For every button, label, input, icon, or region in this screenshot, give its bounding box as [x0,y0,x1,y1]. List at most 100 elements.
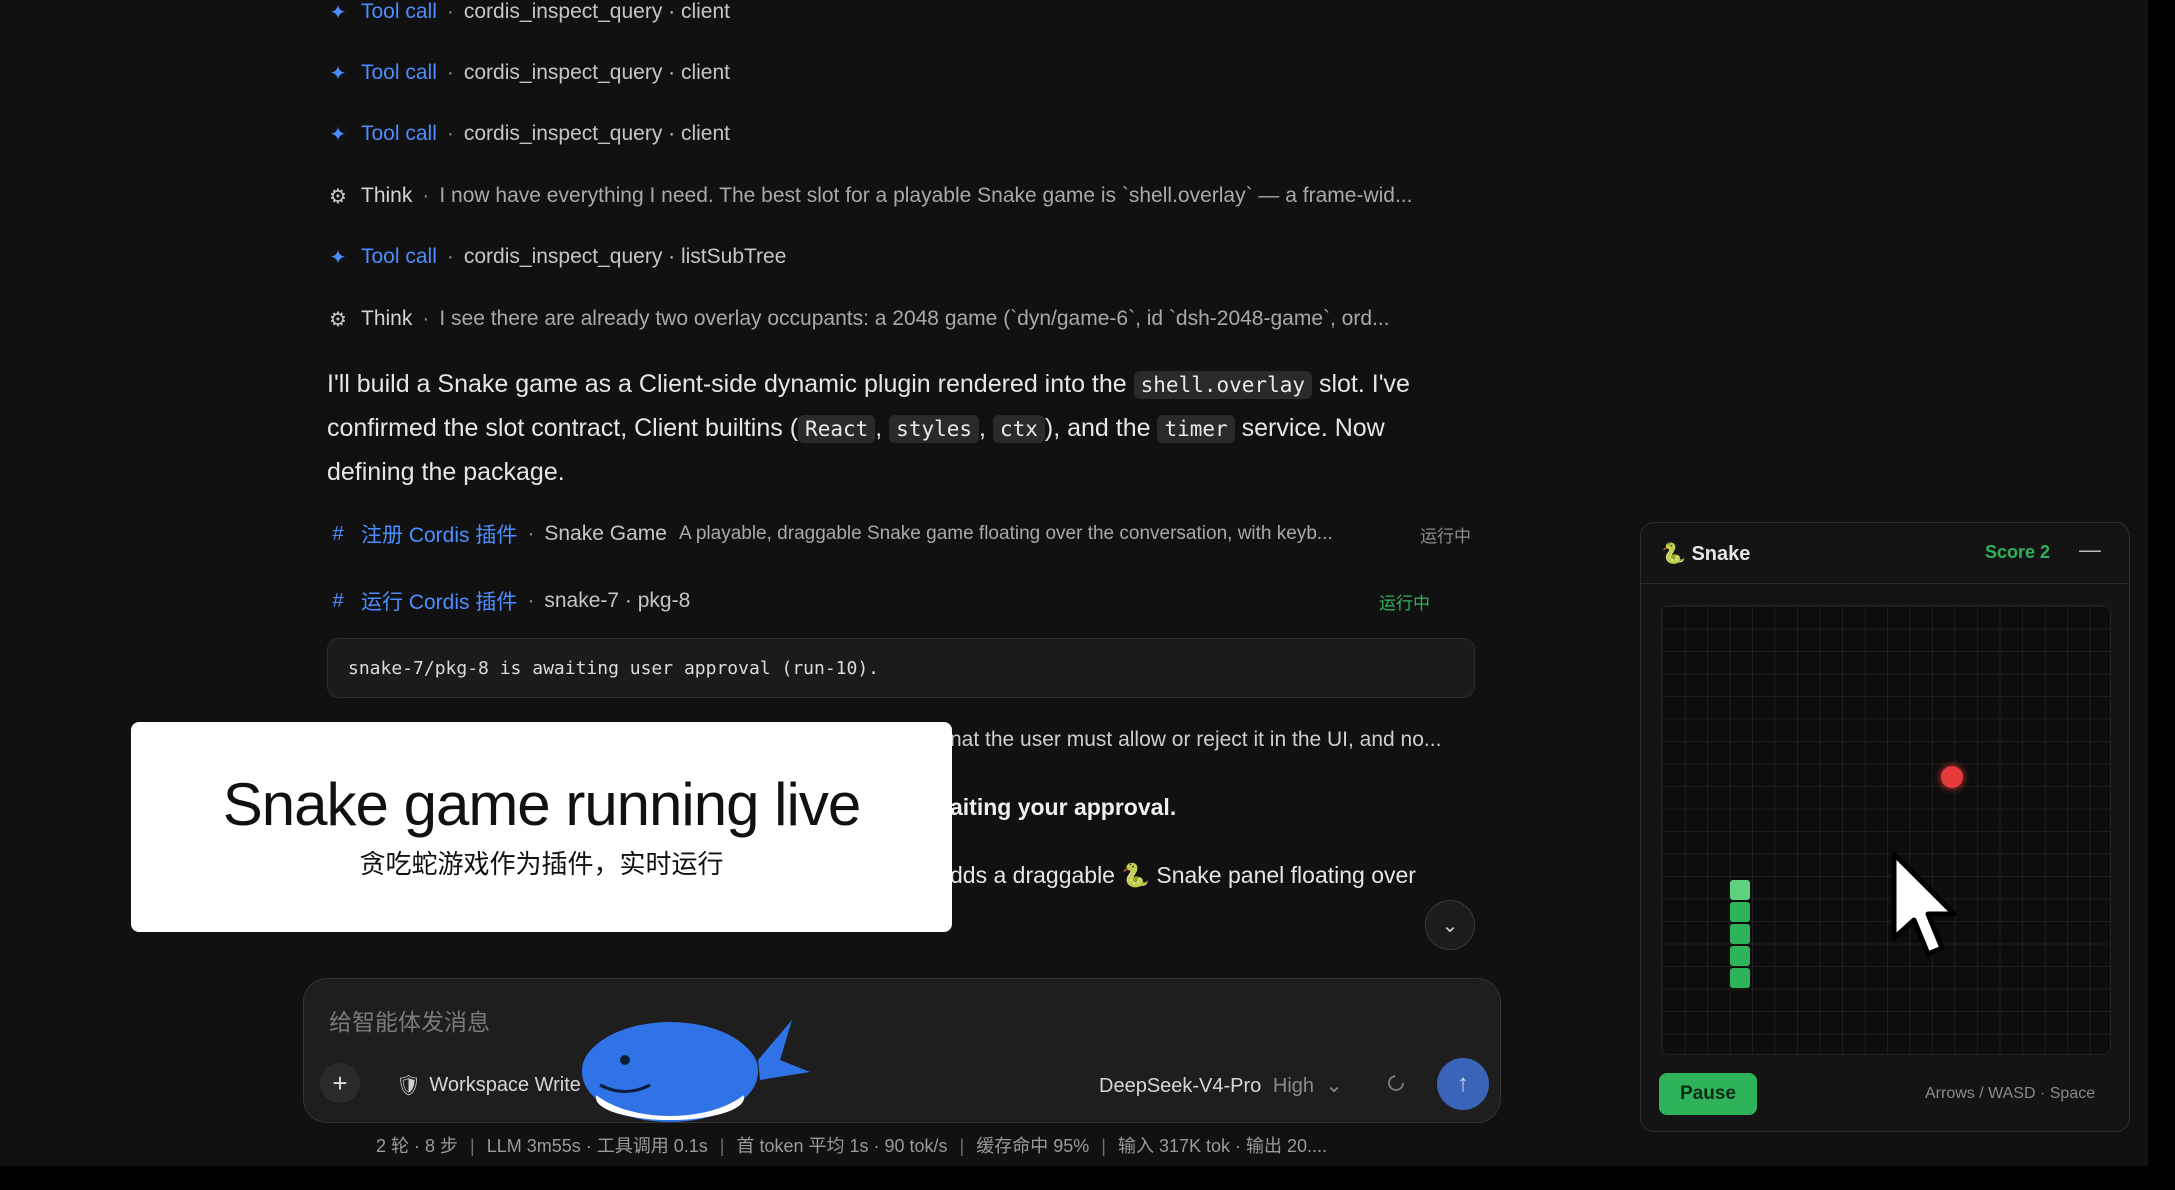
chevron-down-icon: ⌄ [1441,914,1459,937]
arrow-up-icon: ↑ [1457,1070,1469,1097]
message-text: aiting your approval. [950,794,1177,820]
video-caption-card: Snake game running live 贪吃蛇游戏作为插件，实时运行 [131,722,952,932]
plugin-name: Snake Game [544,522,667,545]
panel-header[interactable]: 🐍 Snake Score 2 — [1641,523,2129,584]
plus-icon: + [332,1067,348,1098]
stat-separator: | [1101,1136,1106,1156]
step-kind: Tool call [361,245,437,268]
caption-subtitle: 贪吃蛇游戏作为插件，实时运行 [359,850,724,880]
food-pellet [1941,766,1963,788]
score-display: Score 2 [1985,542,2051,562]
add-attachment-button[interactable]: + [320,1063,360,1103]
workspace-permission-button[interactable]: 🛡 Workspace Write [396,1073,581,1098]
step-detail: I see there are already two overlay occu… [439,307,1390,330]
controls-hint: Arrows / WASD · Space [1925,1085,2096,1102]
separator-dot: · [446,245,454,268]
step-detail: cordis_inspect_query · client [463,122,731,145]
sparkle-icon: ✦ [329,123,347,146]
stat-separator: | [719,1136,725,1156]
game-board[interactable] [1661,605,2111,1055]
step-kind: Tool call [361,61,437,84]
message-text: nat the user must allow or reject it in … [950,728,1442,751]
inline-code: timer [1157,415,1235,443]
separator-dot: · [422,184,430,207]
step-kind: Tool call [361,0,437,23]
tool-call-step[interactable]: ✦ Tool call · cordis_inspect_query · lis… [327,242,787,272]
snake-segment [1730,902,1750,922]
separator-dot: · [527,589,535,612]
window-edge [2148,0,2175,1190]
model-selector[interactable]: DeepSeek-V4-Pro High ⌄ [1099,1073,1342,1098]
plugin-description: A playable, draggable Snake game floatin… [678,523,1333,544]
stat-item: 首 token 平均 1s · 90 tok/s [736,1136,948,1156]
snake-segment [1730,924,1750,944]
message-composer[interactable]: 给智能体发消息 + 🛡 Workspace Write DeepSeek-V4-… [303,978,1501,1123]
pause-button[interactable]: Pause [1659,1073,1757,1115]
separator-dot: · [446,61,454,84]
message-text: dds a draggable 🐍 Snake panel floating o… [950,862,1416,888]
snake-head [1730,880,1750,900]
step-detail: cordis_inspect_query · client [463,0,731,23]
step-detail: snake-7 · pkg-8 [544,589,691,612]
send-button[interactable]: ↑ [1437,1058,1489,1110]
window-edge [0,1166,2175,1190]
mouse-cursor-icon [1891,851,1957,957]
status-badge: 运行中 [1420,526,1471,546]
brain-icon: ⚙ [329,308,347,331]
loading-spinner-icon [1388,1075,1404,1091]
message-text: I'll build a Snake game as a Client-side… [327,370,1127,398]
step-kind: Think [361,307,413,330]
hash-icon: # [332,589,344,612]
message-input[interactable]: 给智能体发消息 [329,1003,490,1037]
step-kind: Think [361,184,413,207]
status-badge: 运行中 [1379,593,1430,613]
snake-game-panel[interactable]: 🐍 Snake Score 2 — Pause Arrows / WASD · … [1640,522,2130,1132]
panel-title-text: Snake [1691,543,1751,565]
register-plugin-step[interactable]: # 注册 Cordis 插件 · Snake Game A playable, … [327,519,1477,549]
separator-dot: · [446,122,454,145]
tool-call-step[interactable]: ✦ Tool call · cordis_inspect_query · cli… [327,0,730,27]
stat-item: LLM 3m55s · 工具调用 0.1s [486,1136,708,1156]
chevron-down-icon: ⌄ [1325,1075,1343,1097]
stat-item: 缓存命中 95% [976,1136,1090,1156]
hash-icon: # [332,522,344,545]
shield-icon: 🛡 [396,1075,422,1097]
think-step[interactable]: ⚙ Think · I now have everything I need. … [327,181,1412,211]
caption-title: Snake game running live [222,771,861,838]
snake-segment [1730,946,1750,966]
sparkle-icon: ✦ [329,246,347,269]
snake-segment [1730,968,1750,988]
separator-dot: · [527,522,535,545]
sparkle-icon: ✦ [329,62,347,85]
stat-separator: | [959,1136,965,1156]
model-name: DeepSeek-V4-Pro [1099,1075,1262,1097]
scroll-down-button[interactable]: ⌄ [1425,900,1475,950]
step-kind: 注册 Cordis 插件 [361,524,518,547]
panel-title: 🐍 Snake [1661,541,1750,566]
assistant-message: I'll build a Snake game as a Client-side… [327,370,1410,486]
tool-call-step[interactable]: ✦ Tool call · cordis_inspect_query · cli… [327,119,730,149]
snake-icon: 🐍 [1661,543,1686,565]
tool-call-step[interactable]: ✦ Tool call · cordis_inspect_query · cli… [327,58,730,88]
stat-item: 2 轮 · 8 步 [376,1136,459,1156]
step-detail: cordis_inspect_query · listSubTree [463,245,787,268]
stat-item: 输入 317K tok · 输出 20.... [1117,1136,1328,1156]
separator-dot: · [446,0,454,23]
brain-icon: ⚙ [329,185,347,208]
inline-code: React [798,415,876,443]
workspace-label: Workspace Write [429,1074,581,1096]
step-kind: 运行 Cordis 插件 [361,591,518,614]
message-text: ), and the [1044,414,1151,442]
minimize-button[interactable]: — [2079,537,2101,563]
think-step[interactable]: ⚙ Think · I see there are already two ov… [327,304,1390,334]
effort-level: High [1272,1075,1315,1097]
run-plugin-step[interactable]: # 运行 Cordis 插件 · snake-7 · pkg-8 运行中 [327,586,1477,616]
separator-dot: · [422,307,430,330]
stat-separator: | [470,1136,475,1156]
code-output-block: snake-7/pkg-8 is awaiting user approval … [327,638,1475,698]
session-stats-bar: 2 轮 · 8 步 | LLM 3m55s · 工具调用 0.1s | 首 token … [376,1132,1327,1158]
whale-mascot-icon [582,1020,810,1122]
sparkle-icon: ✦ [329,1,347,24]
step-detail: cordis_inspect_query · client [463,61,731,84]
inline-code: shell.overlay [1133,371,1313,399]
